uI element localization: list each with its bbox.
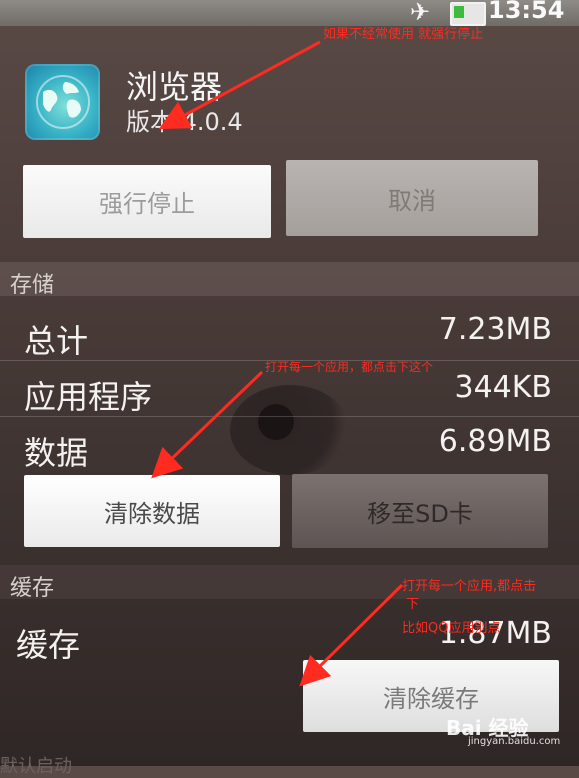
annotation-cache-line3: 比如QQ应用别点 (402, 621, 501, 636)
arrow-to-clear-cache (299, 583, 404, 687)
annotation-force-stop: 如果不经常使用 就强行停止 (323, 27, 484, 42)
annotation-cache-line2: 下 (406, 597, 420, 612)
annotation-cache-line1: 打开每一个应用,都点击 (402, 579, 537, 594)
annotation-arrows (151, 40, 404, 687)
annotation-clear-data: 打开每一个应用，都点击下这个 (265, 360, 434, 374)
arrow-to-clear-data (151, 370, 264, 479)
arrow-to-force-stop (158, 40, 321, 130)
watermark-url: jingyan.baidu.com (468, 736, 561, 747)
